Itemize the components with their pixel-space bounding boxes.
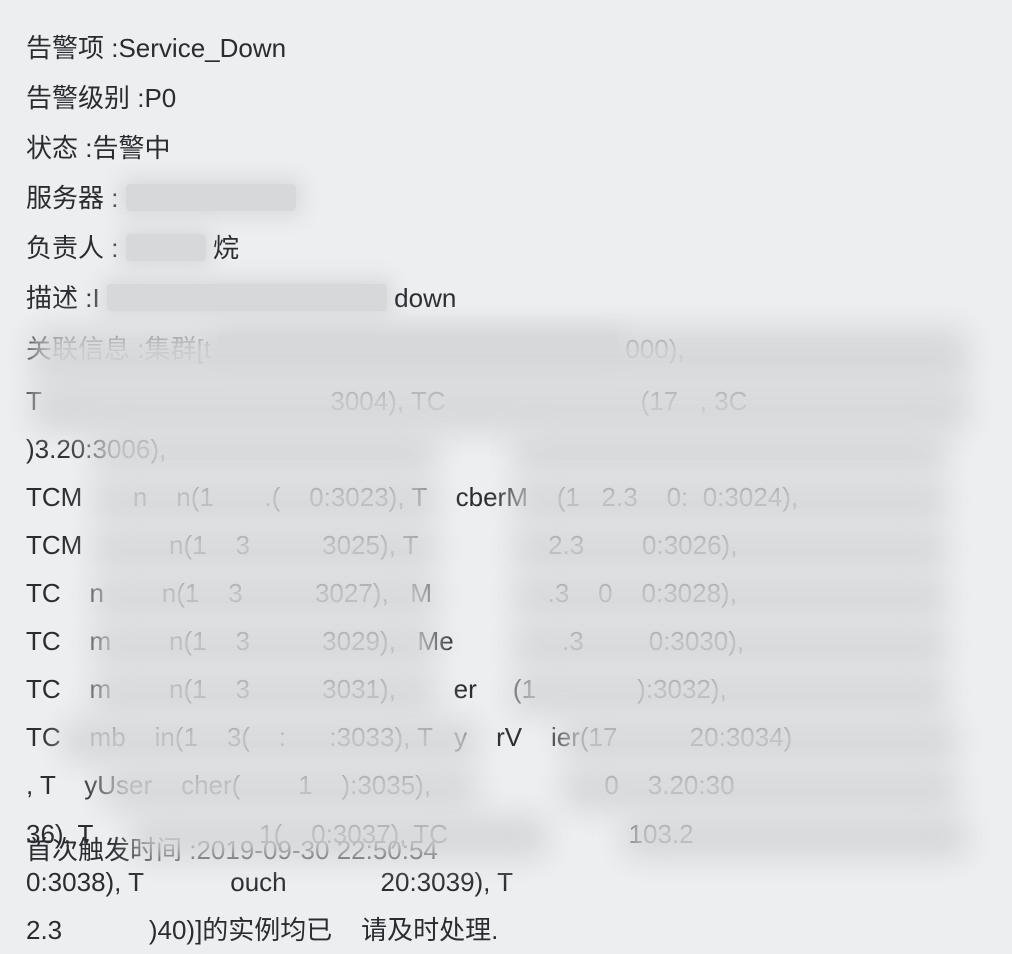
value-status: 告警中 (92, 133, 170, 163)
colon: : (130, 334, 144, 364)
row-alert-item: 告警项 :Service_Down (26, 24, 986, 72)
label-alert-level: 告警级别 (26, 83, 130, 113)
colon: : (182, 835, 196, 865)
owner-suffix: 烷 (213, 233, 239, 263)
value-first-trigger: 2019-09-30 22:50:54 (196, 835, 437, 865)
colon: : (104, 33, 118, 63)
redacted-description (107, 284, 387, 311)
related-prefix: 集群[t (144, 334, 210, 364)
colon: : (130, 83, 144, 113)
row-alert-level: 告警级别 :P0 (26, 74, 986, 122)
label-first-trigger: 首次触发时间 (26, 835, 182, 865)
related-suffix: 000), (625, 334, 684, 364)
redacted-server (126, 184, 296, 211)
colon: : (78, 133, 92, 163)
label-description: 描述 (26, 283, 78, 313)
label-status: 状态 (26, 133, 78, 163)
row-description: 描述 :I down (26, 274, 986, 322)
row-status: 状态 :告警中 (26, 124, 986, 172)
redacted-related (218, 334, 618, 361)
label-related: 关联信息 (26, 334, 130, 364)
label-owner: 负责人 (26, 233, 104, 263)
row-owner: 负责人 : 烷 (26, 224, 986, 272)
colon: : (104, 183, 118, 213)
desc-suffix: down (394, 283, 456, 313)
colon: : (78, 283, 92, 313)
desc-prefix: I (92, 283, 99, 313)
label-server: 服务器 (26, 183, 104, 213)
row-first-trigger: 首次触发时间 :2019-09-30 22:50:54 (26, 826, 438, 874)
colon: : (104, 233, 118, 263)
value-alert-item: Service_Down (118, 33, 286, 63)
row-related-header: 关联信息 :集群[t 000), (26, 325, 986, 373)
row-server: 服务器 : (26, 174, 986, 222)
label-alert-item: 告警项 (26, 33, 104, 63)
value-alert-level: P0 (144, 83, 176, 113)
redacted-owner (126, 234, 206, 261)
